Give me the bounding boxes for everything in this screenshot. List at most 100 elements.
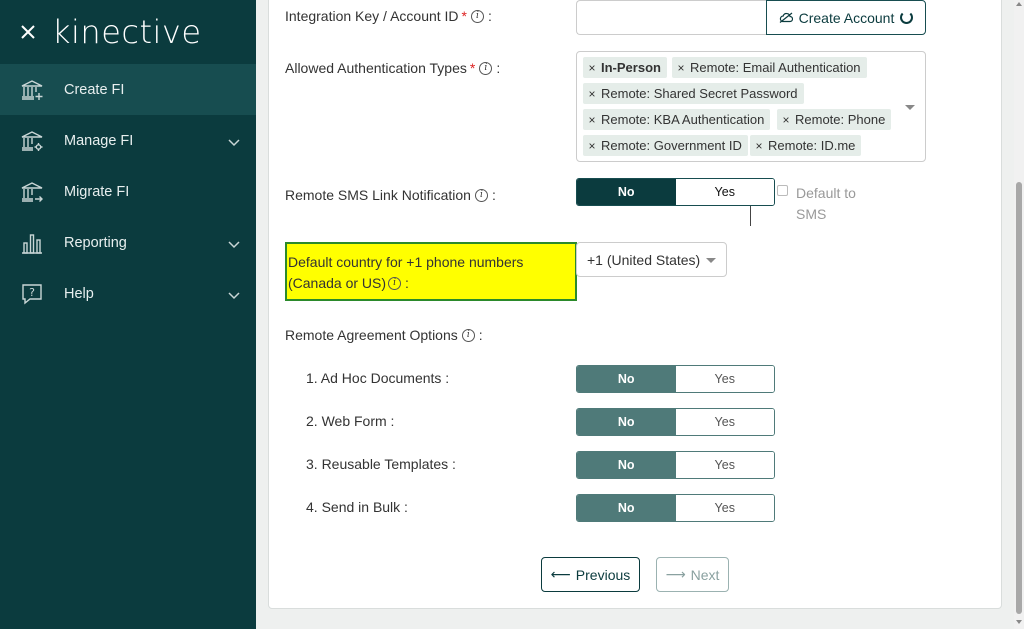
svg-text:?: ? xyxy=(29,286,35,299)
integration-key-input[interactable] xyxy=(576,0,768,35)
remove-tag-icon[interactable]: × xyxy=(777,113,795,127)
auth-tag: × Remote: Shared Secret Password xyxy=(583,83,804,104)
info-icon[interactable]: i xyxy=(461,328,475,342)
sidebar-item-label: Manage FI xyxy=(64,132,134,149)
dropdown-caret-icon[interactable] xyxy=(905,105,915,110)
remove-tag-icon[interactable]: × xyxy=(750,139,768,153)
auth-tag: × Remote: Phone xyxy=(777,109,892,130)
remove-tag-icon[interactable]: × xyxy=(672,61,690,75)
tag-label: In-Person xyxy=(601,60,661,75)
info-icon[interactable]: i xyxy=(471,9,484,23)
arrow-right-icon: ⟶ xyxy=(665,566,686,582)
auth-types-label: Allowed Authentication Types * i : xyxy=(285,60,500,76)
auth-tag: × Remote: Email Authentication xyxy=(672,57,867,78)
toggle-yes-option[interactable]: Yes xyxy=(675,366,774,392)
label-colon: : xyxy=(478,327,483,343)
bank-gear-icon xyxy=(0,129,64,153)
label-colon: : xyxy=(491,187,496,203)
bank-arrow-icon xyxy=(0,180,64,204)
sidebar: kinective Create FI Manage FI Migrate FI… xyxy=(0,0,256,629)
toggle-no-option[interactable]: No xyxy=(577,495,676,521)
next-label: Next xyxy=(690,566,720,583)
sidebar-item-migrate-fi[interactable]: Migrate FI xyxy=(0,166,256,217)
info-icon[interactable]: i xyxy=(474,188,488,202)
scrollbar-thumb[interactable] xyxy=(1016,182,1022,614)
create-account-button[interactable]: Create Account xyxy=(766,0,926,35)
sidebar-item-label: Help xyxy=(64,285,94,302)
sms-link-label-text: Remote SMS Link Notification xyxy=(285,187,471,203)
auth-tag: × Remote: ID.me xyxy=(750,135,862,156)
default-sms-checkbox[interactable] xyxy=(777,185,788,196)
default-country-value: +1 (United States) xyxy=(587,251,701,268)
toggle-no-option[interactable]: No xyxy=(577,366,676,392)
toggle-yes-option[interactable]: Yes xyxy=(675,409,774,435)
send-in-bulk-label: 4. Send in Bulk : xyxy=(306,499,408,515)
tag-label: Remote: Phone xyxy=(795,112,886,127)
default-sms-label: Default to SMS xyxy=(796,185,856,222)
integration-key-label-text: Integration Key / Account ID xyxy=(285,8,459,24)
reusable-templates-label: 3. Reusable Templates : xyxy=(306,456,456,472)
sidebar-item-create-fi[interactable]: Create FI xyxy=(0,64,256,115)
auth-types-label-text: Allowed Authentication Types xyxy=(285,60,467,76)
remote-agreement-label-text: Remote Agreement Options xyxy=(285,327,458,343)
divider xyxy=(750,206,751,226)
reusable-templates-toggle: No Yes xyxy=(576,451,775,479)
toggle-yes-option[interactable]: Yes xyxy=(675,179,774,205)
help-bubble-icon: ? xyxy=(0,282,64,306)
create-account-label: Create Account xyxy=(798,9,895,26)
sidebar-item-label: Reporting xyxy=(64,234,127,251)
label-colon: : xyxy=(488,8,492,24)
tag-label: Remote: ID.me xyxy=(768,138,856,153)
toggle-yes-option[interactable]: Yes xyxy=(675,452,774,478)
default-country-label-line1: Default country for +1 phone numbers xyxy=(288,254,524,270)
label-colon: : xyxy=(496,60,501,76)
ad-hoc-documents-toggle: No Yes xyxy=(576,365,775,393)
remove-tag-icon[interactable]: × xyxy=(583,139,601,153)
bank-add-icon xyxy=(0,78,64,102)
toggle-no-option[interactable]: No xyxy=(577,409,676,435)
default-country-select[interactable]: +1 (United States) xyxy=(576,242,727,277)
remove-tag-icon[interactable]: × xyxy=(583,113,601,127)
remove-tag-icon[interactable]: × xyxy=(583,61,601,75)
next-button[interactable]: ⟶ Next xyxy=(656,557,729,592)
default-country-label-line2-row: (Canada or US) i : xyxy=(288,273,573,294)
auth-tag: × Remote: KBA Authentication xyxy=(583,109,771,130)
ad-hoc-documents-label: 1. Ad Hoc Documents : xyxy=(306,370,450,386)
sidebar-item-reporting[interactable]: Reporting xyxy=(0,217,256,268)
close-icon[interactable] xyxy=(0,0,56,64)
sidebar-item-manage-fi[interactable]: Manage FI xyxy=(0,115,256,166)
sidebar-item-help[interactable]: ? Help xyxy=(0,268,256,319)
toggle-no-option[interactable]: No xyxy=(577,452,676,478)
label-colon: : xyxy=(405,275,409,291)
previous-button[interactable]: ⟵ Previous xyxy=(541,557,640,592)
chevron-down-icon xyxy=(228,287,240,305)
auth-types-multiselect[interactable]: × In-Person × Remote: Email Authentication… xyxy=(576,51,926,162)
dropdown-caret-icon xyxy=(706,258,716,263)
info-icon[interactable]: i xyxy=(388,277,402,290)
sidebar-item-label: Create FI xyxy=(64,81,125,98)
remove-tag-icon[interactable]: × xyxy=(583,87,601,101)
scrollbar[interactable] xyxy=(1014,0,1024,629)
chevron-down-icon xyxy=(228,236,240,254)
scroll-down-icon[interactable] xyxy=(1016,620,1022,624)
cloud-icon xyxy=(779,10,793,26)
toggle-no-option[interactable]: No xyxy=(577,179,676,205)
tag-label: Remote: Email Authentication xyxy=(690,60,861,75)
send-in-bulk-toggle: No Yes xyxy=(576,494,775,522)
logo: kinective xyxy=(52,13,202,51)
toggle-yes-option[interactable]: Yes xyxy=(675,495,774,521)
tag-label: Remote: KBA Authentication xyxy=(601,112,765,127)
tag-label: Remote: Shared Secret Password xyxy=(601,86,798,101)
default-country-label: Default country for +1 phone numbers (Ca… xyxy=(285,242,577,301)
tag-label: Remote: Government ID xyxy=(601,138,742,153)
required-asterisk: * xyxy=(469,60,476,76)
auth-tag: × In-Person xyxy=(583,57,667,78)
default-country-label-line2: (Canada or US) xyxy=(288,275,387,291)
bar-chart-icon xyxy=(0,231,64,255)
remote-agreement-label: Remote Agreement Options i : xyxy=(285,327,483,343)
scroll-up-icon[interactable] xyxy=(1016,2,1022,6)
required-asterisk: * xyxy=(461,8,467,24)
info-icon[interactable]: i xyxy=(479,61,493,75)
chevron-down-icon xyxy=(228,134,240,152)
brand-header: kinective xyxy=(0,0,256,64)
